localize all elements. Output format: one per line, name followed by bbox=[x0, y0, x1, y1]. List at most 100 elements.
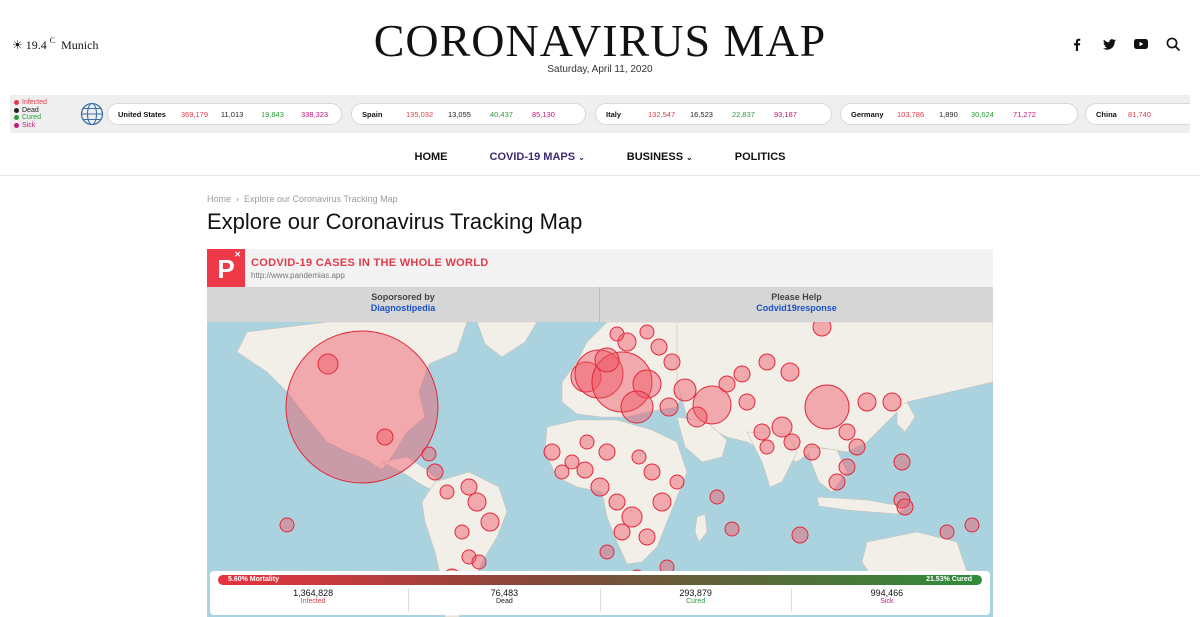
case-bubble[interactable] bbox=[758, 353, 776, 371]
total-infected: 1,364,828 Infected bbox=[218, 588, 410, 612]
nav-item-home[interactable]: HOME bbox=[415, 140, 448, 175]
country-pill-italy[interactable]: Italy 132,547 16,523 22,837 93,187 bbox=[595, 103, 832, 125]
case-bubble[interactable] bbox=[621, 506, 643, 528]
case-bubble[interactable] bbox=[939, 524, 955, 540]
facebook-icon[interactable] bbox=[1070, 37, 1084, 51]
case-bubble[interactable] bbox=[650, 338, 668, 356]
widget-header: P ✕ CODVID-19 CASES IN THE WHOLE WORLD ht… bbox=[207, 249, 993, 287]
case-bubble[interactable] bbox=[285, 330, 439, 484]
case-bubble[interactable] bbox=[608, 493, 626, 511]
search-icon[interactable] bbox=[1166, 37, 1180, 51]
case-bubble[interactable] bbox=[759, 439, 775, 455]
youtube-icon[interactable] bbox=[1134, 37, 1148, 51]
case-bubble[interactable] bbox=[638, 528, 656, 546]
help-link[interactable]: Codvid19response bbox=[600, 303, 993, 313]
case-bubble[interactable] bbox=[663, 353, 681, 371]
case-bubble[interactable] bbox=[738, 393, 756, 411]
country-pill-china[interactable]: China 81,740 bbox=[1085, 103, 1190, 125]
case-bubble[interactable] bbox=[639, 324, 655, 340]
case-bubble[interactable] bbox=[673, 378, 697, 402]
country-pill-germany[interactable]: Germany 103,786 1,890 30,624 71,272 bbox=[840, 103, 1078, 125]
site-title[interactable]: CORONAVIRUS MAP bbox=[0, 14, 1200, 67]
case-bubble[interactable] bbox=[828, 473, 846, 491]
cured-dot-icon bbox=[14, 115, 19, 121]
close-icon: ✕ bbox=[234, 250, 241, 259]
pandemias-logo[interactable]: P ✕ bbox=[207, 249, 245, 287]
case-bubble[interactable] bbox=[709, 489, 725, 505]
case-bubble[interactable] bbox=[882, 392, 902, 412]
total-sick: 994,466 Sick bbox=[870, 588, 904, 605]
country-pill-spain[interactable]: Spain 135,032 13,055 40,437 85,130 bbox=[351, 103, 586, 125]
case-bubble[interactable] bbox=[848, 438, 866, 456]
sick-dot-icon bbox=[14, 122, 19, 128]
case-bubble[interactable] bbox=[652, 492, 672, 512]
case-bubble[interactable] bbox=[471, 554, 487, 570]
social-links bbox=[1070, 37, 1180, 51]
case-bubble[interactable] bbox=[686, 406, 708, 428]
case-bubble[interactable] bbox=[669, 474, 685, 490]
case-bubble[interactable] bbox=[771, 416, 793, 438]
case-bubble[interactable] bbox=[733, 365, 751, 383]
case-bubble[interactable] bbox=[780, 362, 800, 382]
globe-icon[interactable] bbox=[80, 102, 104, 126]
case-bubble[interactable] bbox=[439, 484, 455, 500]
case-bubble[interactable] bbox=[317, 353, 339, 375]
breadcrumb-home[interactable]: Home bbox=[207, 194, 231, 204]
case-bubble[interactable] bbox=[631, 449, 647, 465]
nav-item-covid-19-maps[interactable]: COVID-19 MAPS ⌄ bbox=[490, 140, 585, 175]
chevron-down-icon: ⌄ bbox=[578, 153, 585, 162]
nav-item-politics[interactable]: POLITICS bbox=[735, 140, 786, 175]
stats-ticker: Infected Dead Cured Sick United States 3… bbox=[10, 95, 1190, 133]
case-bubble[interactable] bbox=[857, 392, 877, 412]
world-totals-panel: 5.60% Mortality 21.53% Cured 1,364,828 In… bbox=[210, 571, 990, 615]
case-bubble[interactable] bbox=[643, 463, 661, 481]
case-bubble[interactable] bbox=[609, 326, 625, 342]
case-bubble[interactable] bbox=[554, 464, 570, 480]
case-bubble[interactable] bbox=[659, 397, 679, 417]
case-bubble[interactable] bbox=[620, 390, 654, 424]
case-bubble[interactable] bbox=[279, 517, 295, 533]
case-bubble[interactable] bbox=[480, 512, 500, 532]
case-bubble[interactable] bbox=[594, 347, 620, 373]
case-bubble[interactable] bbox=[893, 453, 911, 471]
case-bubble[interactable] bbox=[599, 544, 615, 560]
case-bubble[interactable] bbox=[467, 492, 487, 512]
nav-item-business[interactable]: BUSINESS ⌄ bbox=[627, 140, 693, 175]
twitter-icon[interactable] bbox=[1102, 37, 1116, 51]
case-bubble[interactable] bbox=[576, 461, 594, 479]
case-bubble[interactable] bbox=[426, 463, 444, 481]
case-bubble[interactable] bbox=[613, 523, 631, 541]
chevron-down-icon: ⌄ bbox=[686, 153, 693, 162]
case-bubble[interactable] bbox=[964, 517, 980, 533]
widget-title: CODVID-19 CASES IN THE WHOLE WORLD bbox=[251, 257, 489, 269]
case-bubble[interactable] bbox=[804, 384, 850, 430]
widget-url[interactable]: http://www.pandemias.app bbox=[251, 271, 345, 280]
case-bubble[interactable] bbox=[803, 443, 821, 461]
site-date: Saturday, April 11, 2020 bbox=[547, 64, 653, 75]
case-bubble[interactable] bbox=[460, 478, 478, 496]
cured-percent-label: 21.53% Cured bbox=[926, 576, 972, 583]
case-bubble[interactable] bbox=[753, 423, 771, 441]
case-bubble[interactable] bbox=[579, 434, 595, 450]
case-bubble[interactable] bbox=[590, 477, 610, 497]
case-bubble[interactable] bbox=[838, 423, 856, 441]
sponsor-link[interactable]: Diagnostipedia bbox=[207, 303, 599, 313]
case-bubble[interactable] bbox=[718, 375, 736, 393]
case-bubble[interactable] bbox=[791, 526, 809, 544]
case-bubble[interactable] bbox=[724, 521, 740, 537]
case-bubble[interactable] bbox=[454, 524, 470, 540]
case-bubble[interactable] bbox=[421, 446, 437, 462]
landmass-greenland bbox=[476, 322, 538, 358]
legend-item-dead: Dead bbox=[14, 107, 47, 115]
case-bubble[interactable] bbox=[543, 443, 561, 461]
case-bubble[interactable] bbox=[896, 498, 914, 516]
case-bubble[interactable] bbox=[812, 322, 832, 337]
case-bubble[interactable] bbox=[376, 428, 394, 446]
total-cured: 293,879 Cured bbox=[601, 588, 792, 612]
landmass-indonesia bbox=[816, 496, 908, 515]
case-bubble[interactable] bbox=[838, 458, 856, 476]
case-bubble[interactable] bbox=[598, 443, 616, 461]
case-bubble[interactable] bbox=[783, 433, 801, 451]
country-pill-united-states[interactable]: United States 369,179 11,013 19,843 338,… bbox=[107, 103, 342, 125]
ticker-legend: Infected Dead Cured Sick bbox=[14, 99, 47, 129]
